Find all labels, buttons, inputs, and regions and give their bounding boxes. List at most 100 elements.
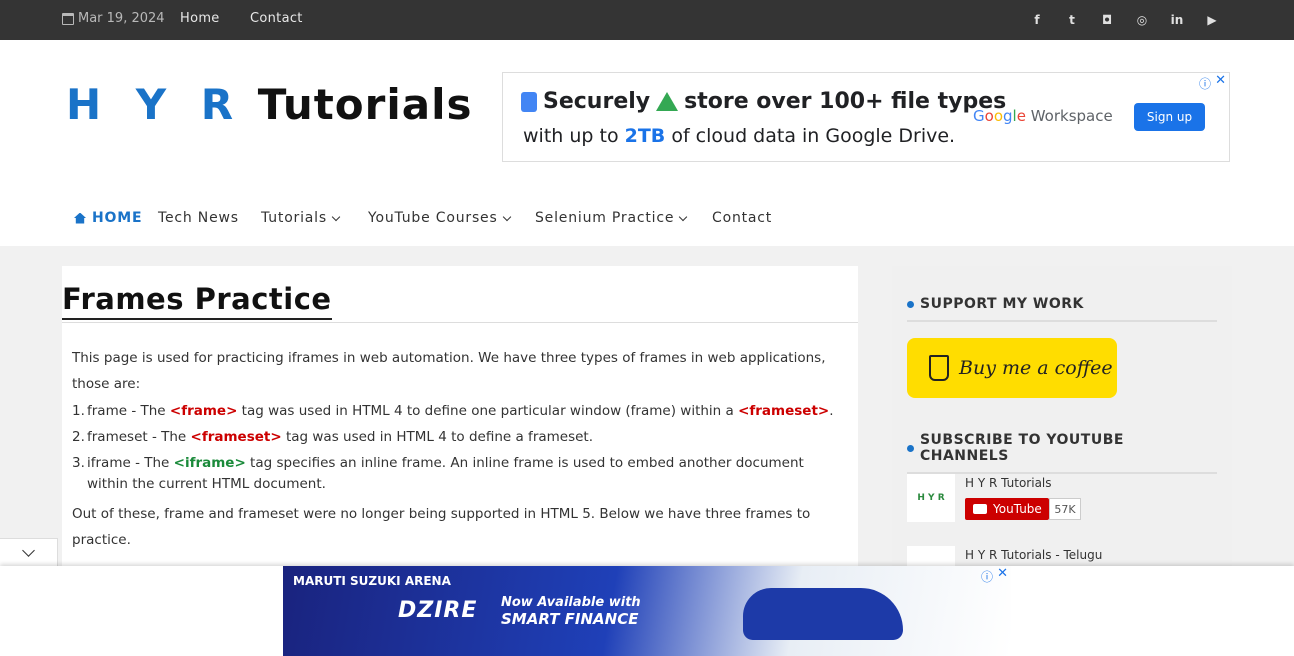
calendar-icon bbox=[62, 12, 74, 25]
chevron-down-icon bbox=[22, 543, 35, 557]
nav-item-youtube-courses[interactable]: YouTube Courses bbox=[368, 210, 511, 226]
ad-info-icon[interactable]: ⓘ bbox=[981, 568, 993, 585]
google-workspace-logo: Google Workspace bbox=[973, 107, 1113, 125]
ad-headline: Securely store over 100+ file types bbox=[521, 89, 1006, 114]
logo-part-hyr: H Y R bbox=[66, 80, 244, 129]
ad-close-icon[interactable]: ✕ bbox=[997, 566, 1008, 581]
heading-text: SUBSCRIBE TO YOUTUBE CHANNELS bbox=[919, 432, 1124, 464]
github-icon[interactable]: ◘ bbox=[1098, 11, 1116, 29]
ad-headline-b: store over 100+ file types bbox=[684, 89, 1007, 114]
youtube-icon[interactable]: ▶ bbox=[1203, 11, 1221, 29]
outro-paragraph: Out of these, frame and frameset were no… bbox=[72, 506, 811, 548]
nav-item-tech-news[interactable]: Tech News bbox=[158, 210, 239, 226]
nav-item-tutorials[interactable]: Tutorials bbox=[261, 210, 341, 226]
nav-label: Selenium Practice bbox=[535, 210, 675, 226]
ad-subline-a: with up to bbox=[523, 125, 625, 147]
bottom-ad-banner[interactable]: MARUTI SUZUKI ARENA DZIRE Now Available … bbox=[283, 566, 1011, 656]
ad-subline-b: 2TB bbox=[624, 125, 666, 147]
google-drive-icon bbox=[656, 92, 679, 111]
chevron-down-icon bbox=[331, 212, 341, 221]
site-header: H Y R Tutorials Securely store over 100+… bbox=[0, 40, 1294, 246]
html-tag-iframe: <iframe> bbox=[173, 455, 246, 471]
subscriber-count: 57K bbox=[1049, 498, 1081, 520]
bottom-anchor-ad: MARUTI SUZUKI ARENA DZIRE Now Available … bbox=[0, 566, 1294, 656]
list-text: iframe - The <iframe> tag specifies an i… bbox=[87, 453, 848, 495]
top-link-home[interactable]: Home bbox=[180, 11, 220, 26]
nav-item-home[interactable]: HOME bbox=[74, 210, 142, 226]
youtube-heading: SUBSCRIBE TO YOUTUBE CHANNELS bbox=[907, 432, 1217, 474]
coffee-label: Buy me a coffee bbox=[959, 357, 1113, 379]
ad-close-icon[interactable]: ✕ bbox=[1215, 73, 1226, 88]
html-tag-frame: <frame> bbox=[169, 403, 238, 419]
bullet-icon bbox=[907, 300, 914, 308]
bullet-icon bbox=[907, 444, 914, 452]
ad-subline-c: of cloud data in Google Drive. bbox=[665, 125, 956, 147]
list-text: frameset - The <frameset> tag was used i… bbox=[87, 427, 848, 448]
logo-letter: g bbox=[1003, 107, 1013, 125]
twitter-icon[interactable]: t bbox=[1063, 11, 1081, 29]
ad-headline-a: Securely bbox=[543, 89, 651, 114]
ad-tagline-2: SMART FINANCE bbox=[501, 610, 639, 628]
logo-letter: G bbox=[973, 107, 985, 125]
logo-letter: o bbox=[993, 107, 1003, 125]
coffee-cup-icon bbox=[929, 355, 949, 381]
channel-name[interactable]: H Y R Tutorials - Telugu bbox=[965, 548, 1102, 562]
ad-subline: with up to 2TB of cloud data in Google D… bbox=[523, 125, 955, 147]
list-item: 2. frameset - The <frameset> tag was use… bbox=[72, 427, 848, 448]
list-item: 3. iframe - The <iframe> tag specifies a… bbox=[72, 453, 848, 495]
lock-icon bbox=[521, 91, 537, 112]
list-number: 2. bbox=[72, 429, 85, 445]
channel-name[interactable]: H Y R Tutorials bbox=[965, 476, 1052, 490]
nav-label: Contact bbox=[712, 210, 773, 226]
list-text: frame - The <frame> tag was used in HTML… bbox=[87, 401, 848, 422]
intro-paragraph: This page is used for practicing iframes… bbox=[72, 350, 826, 392]
logo-letter: e bbox=[1016, 107, 1026, 125]
facebook-icon[interactable]: f bbox=[1028, 11, 1046, 29]
subscribe-label: YouTube bbox=[993, 502, 1042, 516]
page-title: Frames Practice bbox=[62, 282, 332, 320]
ad-tagline-1: Now Available with bbox=[501, 595, 641, 610]
nav-label: HOME bbox=[92, 210, 143, 226]
list-text-part: . bbox=[829, 403, 834, 419]
date-text: Mar 19, 2024 bbox=[78, 11, 165, 26]
top-link-contact[interactable]: Contact bbox=[250, 11, 303, 26]
list-text-part: frame - The bbox=[87, 403, 170, 419]
youtube-subscribe-button[interactable]: YouTube bbox=[965, 498, 1049, 520]
site-logo[interactable]: H Y R Tutorials bbox=[66, 80, 473, 129]
list-number: 1. bbox=[72, 403, 85, 419]
main-nav: HOME Tech News Tutorials YouTube Courses… bbox=[0, 210, 1294, 246]
nav-item-contact[interactable]: Contact bbox=[712, 210, 772, 226]
ad-model: DZIRE bbox=[398, 598, 478, 623]
channel-avatar[interactable]: H Y R bbox=[907, 474, 955, 522]
logo-workspace: Workspace bbox=[1030, 107, 1113, 125]
youtube-logo-icon bbox=[973, 504, 987, 514]
instagram-icon[interactable]: ◎ bbox=[1133, 11, 1151, 29]
buy-me-coffee-button[interactable]: Buy me a coffee bbox=[907, 338, 1117, 398]
chevron-down-icon bbox=[679, 212, 688, 221]
support-heading: SUPPORT MY WORK bbox=[907, 296, 1217, 322]
nav-label: Tutorials bbox=[261, 210, 327, 226]
chevron-down-icon bbox=[502, 212, 511, 221]
home-icon bbox=[74, 212, 86, 224]
nav-item-selenium-practice[interactable]: Selenium Practice bbox=[535, 210, 688, 226]
list-text-part: tag was used in HTML 4 to define a frame… bbox=[281, 429, 594, 445]
html-tag-frameset: <frameset> bbox=[190, 429, 282, 445]
ad-collapse-button[interactable] bbox=[0, 538, 58, 566]
top-ad-banner[interactable]: Securely store over 100+ file types with… bbox=[502, 72, 1230, 162]
list-text-part: iframe - The bbox=[87, 455, 174, 471]
linkedin-icon[interactable]: in bbox=[1168, 11, 1186, 29]
nav-label: YouTube Courses bbox=[368, 210, 498, 226]
list-text-part: tag was used in HTML 4 to define one par… bbox=[237, 403, 739, 419]
date-display: Mar 19, 2024 bbox=[62, 11, 165, 26]
heading-text: SUPPORT MY WORK bbox=[920, 296, 1084, 312]
youtube-channel-card: H Y R H Y R Tutorials YouTube 57K bbox=[907, 474, 1217, 530]
html-tag-frameset: <frameset> bbox=[738, 403, 830, 419]
ad-info-icon[interactable]: ⓘ bbox=[1199, 75, 1211, 92]
nav-label: Tech News bbox=[158, 210, 239, 226]
top-bar: Mar 19, 2024 Home Contact f t ◘ ◎ in ▶ bbox=[0, 0, 1294, 40]
list-item: 1. frame - The <frame> tag was used in H… bbox=[72, 401, 848, 422]
logo-letter: o bbox=[984, 107, 994, 125]
ad-brand: MARUTI SUZUKI ARENA bbox=[293, 574, 451, 588]
ad-signup-button[interactable]: Sign up bbox=[1134, 103, 1205, 131]
list-number: 3. bbox=[72, 455, 85, 471]
